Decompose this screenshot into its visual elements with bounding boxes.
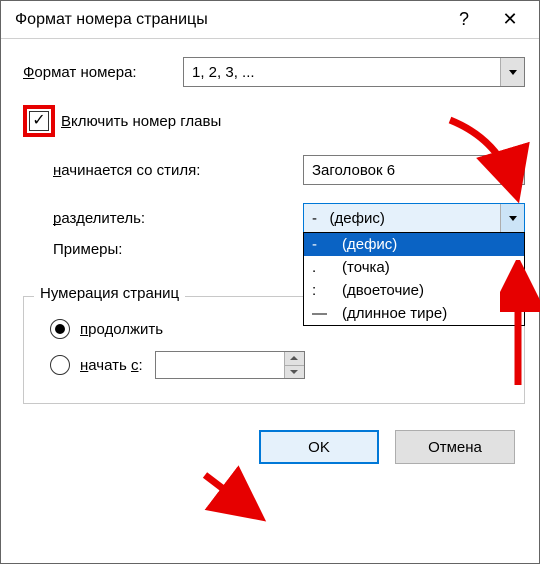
examples-label: Примеры: (53, 241, 303, 258)
starts-with-dropdown-button[interactable] (500, 156, 524, 184)
spin-buttons (284, 352, 304, 378)
dialog-window: Формат номера страницы ? ✕ Формат номера… (0, 0, 540, 564)
separator-row: разделитель: - (дефис) -(дефис) .(точка)… (53, 203, 525, 233)
format-row: Формат номера: 1, 2, 3, ... (23, 57, 525, 87)
titlebar: Формат номера страницы ? ✕ (1, 1, 539, 39)
separator-select[interactable]: - (дефис) (303, 203, 525, 233)
chevron-up-icon (290, 356, 298, 360)
continue-radio[interactable] (50, 319, 70, 339)
separator-value: - (дефис) (304, 210, 500, 227)
chevron-down-icon (290, 370, 298, 374)
starts-with-row: начинается со стиля: Заголовок 6 (53, 155, 525, 185)
close-icon: ✕ (502, 9, 517, 30)
include-chapter-row: ✓ Включить номер главы (23, 105, 525, 137)
format-select[interactable]: 1, 2, 3, ... (183, 57, 525, 87)
chevron-down-icon (509, 216, 517, 221)
button-row: OK Отмена (23, 430, 525, 464)
separator-dropdown-button[interactable] (500, 204, 524, 232)
format-value: 1, 2, 3, ... (184, 64, 500, 81)
checkbox-highlight: ✓ (23, 105, 55, 137)
chevron-down-icon (509, 168, 517, 173)
check-icon: ✓ (32, 113, 45, 129)
format-dropdown-button[interactable] (500, 58, 524, 86)
dialog-body: Формат номера: 1, 2, 3, ... ✓ Включить н… (1, 39, 539, 478)
ok-button[interactable]: OK (259, 430, 379, 464)
separator-select-wrap: - (дефис) -(дефис) .(точка) :(двоеточие)… (303, 203, 525, 233)
separator-option[interactable]: -(дефис) (304, 233, 524, 256)
starts-with-value: Заголовок 6 (304, 162, 500, 179)
separator-dropdown-list: -(дефис) .(точка) :(двоеточие) —(длинное… (303, 232, 525, 326)
include-chapter-label: Включить номер главы (61, 113, 221, 130)
numbering-group-title: Нумерация страниц (34, 285, 185, 302)
separator-option[interactable]: :(двоеточие) (304, 279, 524, 302)
separator-label: разделитель: (53, 210, 303, 227)
startat-radio-row: начать с: (50, 351, 512, 379)
include-chapter-checkbox[interactable]: ✓ (29, 111, 49, 131)
radio-dot-icon (55, 324, 65, 334)
startat-label: начать с: (80, 357, 143, 374)
starts-with-select[interactable]: Заголовок 6 (303, 155, 525, 185)
spin-down-button[interactable] (285, 366, 304, 379)
startat-radio[interactable] (50, 355, 70, 375)
format-label: Формат номера: (23, 64, 183, 81)
cancel-button[interactable]: Отмена (395, 430, 515, 464)
startat-spinbox[interactable] (155, 351, 305, 379)
help-button[interactable]: ? (441, 5, 487, 35)
startat-value[interactable] (156, 352, 284, 378)
close-button[interactable]: ✕ (487, 5, 533, 35)
separator-option[interactable]: .(точка) (304, 256, 524, 279)
help-icon: ? (459, 9, 469, 30)
starts-with-label: начинается со стиля: (53, 162, 303, 179)
spin-up-button[interactable] (285, 352, 304, 366)
separator-option[interactable]: —(длинное тире) (304, 302, 524, 325)
dialog-title: Формат номера страницы (15, 11, 441, 29)
chevron-down-icon (509, 70, 517, 75)
continue-label: продолжить (80, 321, 163, 338)
